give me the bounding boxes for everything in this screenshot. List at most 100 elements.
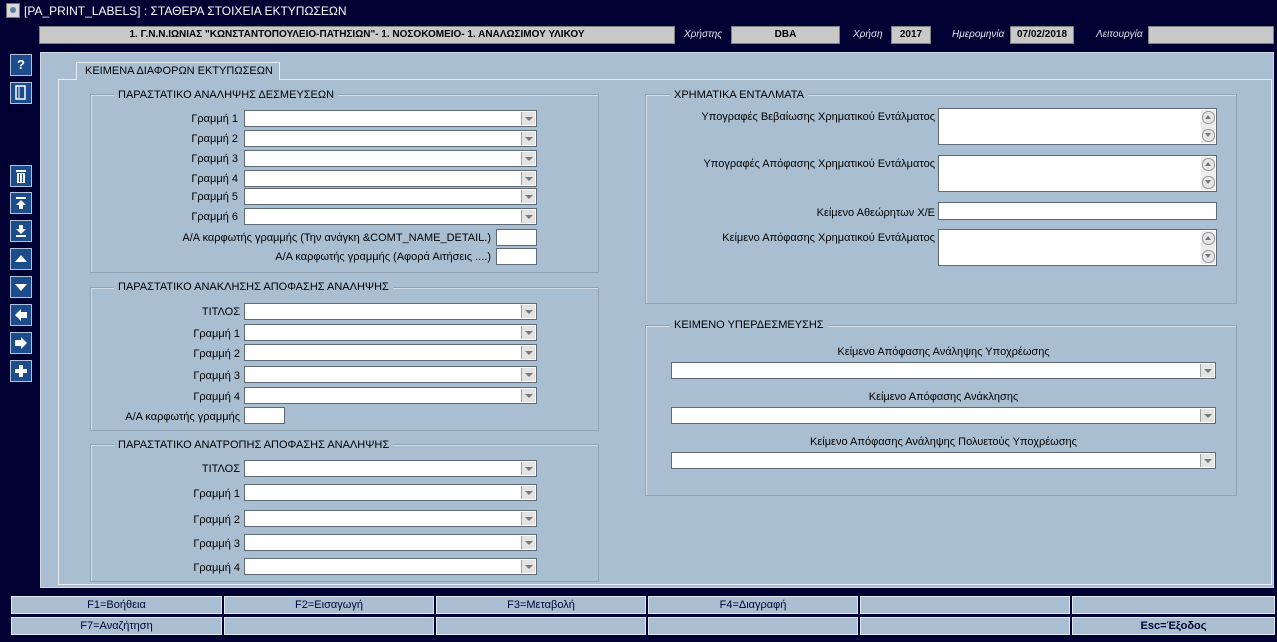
g1-line1-label: Γραμμή 1 [191, 113, 238, 125]
scroll-down-icon[interactable] [1202, 176, 1215, 189]
fkey-blank-button[interactable] [648, 617, 858, 635]
g1-line6-combo[interactable] [244, 208, 537, 225]
chevron-down-icon[interactable] [521, 512, 535, 525]
f4-delete-button[interactable]: F4=Διαγραφή [648, 596, 858, 614]
context-bar: 1. Γ.Ν.Ν.ΙΩΝΙΑΣ "ΚΩΝΣΤΑΝΤΟΠΟΥΛΕΙΟ-ΠΑΤΗΣΙ… [0, 22, 1277, 48]
group-anatropi-title: ΠΑΡΑΣΤΑΤΙΚΟ ΑΝΑΤΡΟΠΗΣ ΑΠΟΦΑΣΗΣ ΑΝΑΛΗΨΗΣ [114, 438, 394, 452]
chevron-down-icon[interactable] [521, 389, 535, 402]
g2-line4-combo[interactable] [244, 387, 537, 404]
chevron-down-icon[interactable] [521, 368, 535, 381]
g4-f2-textarea[interactable] [938, 155, 1217, 192]
chevron-down-icon[interactable] [521, 486, 535, 499]
g2-line3-combo[interactable] [244, 366, 537, 383]
g3-line2-combo[interactable] [244, 510, 537, 527]
help-icon[interactable]: ? [10, 54, 32, 76]
fkey-blank-button[interactable] [860, 617, 1070, 635]
g1-line3-label: Γραμμή 3 [191, 153, 238, 165]
fkey-blank-button[interactable] [436, 617, 646, 635]
scrollbar[interactable] [1201, 157, 1215, 190]
previous-icon[interactable] [10, 248, 32, 270]
chevron-down-icon[interactable] [521, 560, 535, 573]
g3-line1-combo[interactable] [244, 484, 537, 501]
g1-fixed2-input[interactable] [496, 248, 537, 265]
g1-line1-combo[interactable] [244, 110, 537, 127]
g2-title-label: ΤΙΤΛΟΣ [201, 306, 240, 318]
scrollbar[interactable] [1201, 231, 1215, 264]
title-bar: [PA_PRINT_LABELS] : ΣΤΑΘΕΡΑ ΣΤΟΙΧΕΙΑ ΕΚΤ… [0, 0, 1277, 22]
scrollbar[interactable] [1201, 110, 1215, 143]
g1-line5-combo[interactable] [244, 188, 537, 205]
chevron-down-icon[interactable] [1200, 454, 1214, 467]
scroll-up-icon[interactable] [1202, 111, 1215, 124]
add-icon[interactable] [10, 360, 32, 382]
next-block-icon[interactable] [10, 332, 32, 354]
g5-f2-combo[interactable] [671, 407, 1216, 424]
g1-line2-combo[interactable] [244, 130, 537, 147]
year-field: 2017 [891, 26, 931, 44]
g2-line4-label: Γραμμή 4 [193, 391, 240, 403]
window-title: [PA_PRINT_LABELS] : ΣΤΑΘΕΡΑ ΣΤΟΙΧΕΙΑ ΕΚΤ… [24, 4, 347, 18]
g1-line6-label: Γραμμή 6 [191, 211, 238, 223]
g4-f1-textarea[interactable] [938, 108, 1217, 145]
chevron-down-icon[interactable] [521, 210, 535, 223]
g1-fixed1-input[interactable] [496, 229, 537, 246]
g2-fixed-input[interactable] [244, 407, 285, 424]
next-icon[interactable] [10, 276, 32, 298]
g5-f3-label: Κείμενο Απόφασης Ανάληψης Πολυετούς Υποχ… [810, 436, 1077, 448]
g2-title-combo[interactable] [244, 303, 537, 320]
fkey-blank-button[interactable] [224, 617, 434, 635]
chevron-down-icon[interactable] [1200, 409, 1214, 422]
g4-f1-label: Υπογραφές Βεβαίωσης Χρηματικού Εντάλματο… [701, 111, 935, 123]
scroll-up-icon[interactable] [1202, 232, 1215, 245]
first-record-icon[interactable] [10, 192, 32, 214]
chevron-down-icon[interactable] [521, 152, 535, 165]
g2-line1-combo[interactable] [244, 324, 537, 341]
trash-icon[interactable] [10, 165, 32, 187]
chevron-down-icon[interactable] [521, 326, 535, 339]
chevron-down-icon[interactable] [521, 305, 535, 318]
f1-help-button[interactable]: F1=Βοήθεια [11, 596, 222, 614]
esc-exit-button[interactable]: Esc=Έξοδος [1072, 617, 1275, 635]
g1-line4-combo[interactable] [244, 170, 537, 187]
date-label: Ημερομηνία [952, 29, 1005, 40]
window-icon[interactable] [10, 82, 32, 104]
chevron-down-icon[interactable] [521, 132, 535, 145]
chevron-down-icon[interactable] [521, 346, 535, 359]
previous-block-icon[interactable] [10, 304, 32, 326]
g3-line4-combo[interactable] [244, 558, 537, 575]
g4-f3-input[interactable] [938, 202, 1217, 220]
scroll-down-icon[interactable] [1202, 250, 1215, 263]
date-field: 07/02/2018 [1010, 26, 1074, 44]
f3-edit-button[interactable]: F3=Μεταβολή [436, 596, 646, 614]
g1-line3-combo[interactable] [244, 150, 537, 167]
g4-f4-textarea[interactable] [938, 229, 1217, 266]
g3-line1-label: Γραμμή 1 [193, 488, 240, 500]
g3-line3-combo[interactable] [244, 534, 537, 551]
chevron-down-icon[interactable] [521, 462, 535, 475]
chevron-down-icon[interactable] [1200, 364, 1214, 377]
tab-kimena[interactable]: ΚΕΙΜΕΝΑ ΔΙΑΦΟΡΩΝ ΕΚΤΥΠΩΣΕΩΝ [76, 62, 280, 80]
group-entalmata-title: ΧΡΗΜΑΤΙΚΑ ΕΝΤΑΛΜΑΤΑ [670, 88, 808, 102]
chevron-down-icon[interactable] [521, 112, 535, 125]
chevron-down-icon[interactable] [521, 172, 535, 185]
group-anaklisi-title: ΠΑΡΑΣΤΑΤΙΚΟ ΑΝΑΚΛΗΣΗΣ ΑΠΟΦΑΣΗΣ ΑΝΑΛΗΨΗΣ [114, 280, 393, 294]
group-analipsi-title: ΠΑΡΑΣΤΑΤΙΚΟ ΑΝΑΛΗΨΗΣ ΔΕΣΜΕΥΣΕΩΝ [114, 88, 339, 102]
f7-search-button[interactable]: F7=Αναζήτηση [11, 617, 222, 635]
g3-title-combo[interactable] [244, 460, 537, 477]
g2-line2-combo[interactable] [244, 344, 537, 361]
g3-line3-label: Γραμμή 3 [193, 538, 240, 550]
g1-line5-label: Γραμμή 5 [191, 191, 238, 203]
chevron-down-icon[interactable] [521, 190, 535, 203]
last-record-icon[interactable] [10, 220, 32, 242]
g3-title-label: ΤΙΤΛΟΣ [201, 463, 240, 475]
fkey-blank-button[interactable] [1072, 596, 1275, 614]
g5-f3-combo[interactable] [671, 452, 1216, 469]
scroll-down-icon[interactable] [1202, 129, 1215, 142]
fkey-blank-button[interactable] [860, 596, 1070, 614]
g2-fixed-label: Α/Α καρφωτής γραμμής [125, 411, 240, 423]
f2-insert-button[interactable]: F2=Εισαγωγή [224, 596, 434, 614]
scroll-up-icon[interactable] [1202, 158, 1215, 171]
chevron-down-icon[interactable] [521, 536, 535, 549]
g5-f1-combo[interactable] [671, 362, 1216, 379]
user-label: Χρήστης [684, 29, 723, 40]
